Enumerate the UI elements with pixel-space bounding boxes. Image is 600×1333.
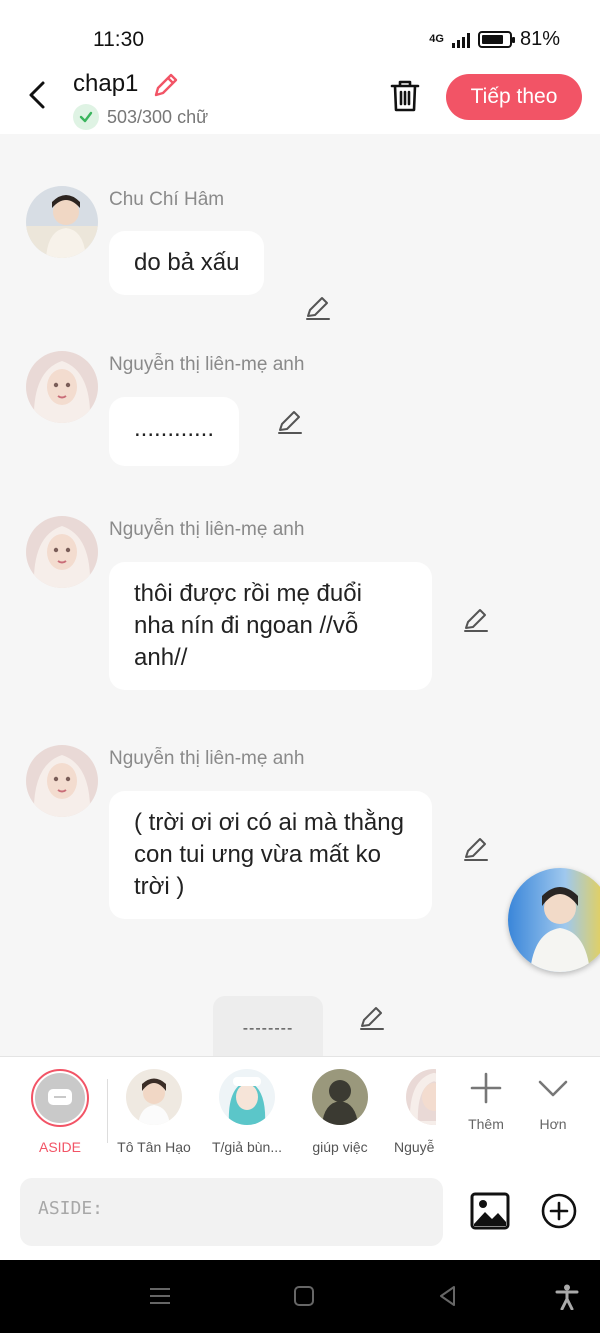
- back-nav-icon[interactable]: [436, 1284, 460, 1313]
- more-button[interactable]: Hơn: [523, 1071, 583, 1132]
- divider: [107, 1079, 108, 1143]
- word-count: 503/300 chữ: [73, 104, 208, 130]
- character-label: ASIDE: [38, 1139, 81, 1155]
- sender-name: Chu Chí Hâm: [109, 189, 225, 210]
- word-count-text: 503/300 chữ: [107, 106, 209, 127]
- pencil-icon[interactable]: [304, 294, 332, 322]
- status-time: 11:30: [93, 28, 144, 51]
- sender-name: Nguyễn thị liên-mẹ anh: [109, 519, 305, 540]
- avatar: [126, 1069, 182, 1125]
- character-label: Nguyễ: [394, 1139, 435, 1155]
- chevron-down-icon: [538, 1080, 568, 1097]
- avatar: [406, 1069, 436, 1125]
- pencil-icon[interactable]: [151, 70, 181, 100]
- plus-circle-icon[interactable]: [540, 1192, 578, 1230]
- input-bar: ASIDE:: [0, 1164, 600, 1260]
- pencil-icon[interactable]: [462, 835, 490, 863]
- character-label: giúp việc: [312, 1139, 368, 1155]
- next-button[interactable]: Tiếp theo: [446, 74, 582, 120]
- add-character-button[interactable]: Thêm: [456, 1071, 516, 1132]
- editor-header: chap1 503/300 chữ Tiếp theo: [0, 70, 600, 134]
- image-icon[interactable]: [470, 1192, 510, 1230]
- aside-message-bubble[interactable]: --------: [213, 996, 323, 1056]
- chevron-left-icon: [29, 81, 45, 109]
- aside-avatar: [31, 1069, 89, 1127]
- message-bubble[interactable]: do bả xấu: [109, 231, 265, 295]
- message-bubble[interactable]: ............: [109, 397, 240, 466]
- avatar[interactable]: [26, 351, 98, 423]
- check-icon: [73, 104, 99, 130]
- battery-icon: [477, 31, 515, 48]
- avatar[interactable]: [26, 516, 98, 588]
- chat-bubble-icon: [48, 1089, 72, 1105]
- pencil-icon[interactable]: [462, 606, 490, 634]
- add-label: Thêm: [468, 1116, 504, 1132]
- trash-icon[interactable]: [388, 78, 422, 114]
- status-bar: 11:30 4G 81%: [0, 0, 600, 70]
- character-item[interactable]: giúp việc: [296, 1069, 384, 1155]
- character-item[interactable]: Nguyễ: [390, 1069, 436, 1155]
- character-label: Tô Tân Hạo: [117, 1139, 191, 1155]
- back-button[interactable]: [22, 80, 52, 110]
- avatar: [219, 1069, 275, 1125]
- system-nav-bar: [0, 1260, 600, 1333]
- message-bubble[interactable]: ( trời ơi ơi có ai mà thằng con tui ưng …: [109, 791, 432, 919]
- sender-name: Nguyễn thị liên-mẹ anh: [109, 354, 305, 375]
- signal-icon: [451, 32, 470, 48]
- character-item[interactable]: T/giả bùn...: [203, 1069, 291, 1155]
- network-type: 4G: [429, 33, 444, 45]
- status-icons: 4G 81%: [429, 28, 560, 51]
- message-bubble[interactable]: thôi được rồi mẹ đuổi nha nín đi ngoan /…: [109, 562, 432, 690]
- character-item[interactable]: Tô Tân Hạo: [110, 1069, 198, 1155]
- avatar[interactable]: [26, 186, 98, 258]
- battery-percent: 81%: [519, 28, 560, 50]
- avatar[interactable]: [26, 745, 98, 817]
- menu-icon[interactable]: [148, 1284, 172, 1313]
- message-input[interactable]: ASIDE:: [20, 1178, 443, 1246]
- more-label: Hơn: [539, 1116, 567, 1132]
- character-label: T/giả bùn...: [211, 1139, 283, 1155]
- home-icon[interactable]: [292, 1284, 316, 1313]
- pencil-icon[interactable]: [358, 1004, 386, 1032]
- chapter-title[interactable]: chap1: [73, 70, 138, 98]
- sender-name: Nguyễn thị liên-mẹ anh: [109, 748, 305, 769]
- character-aside[interactable]: ASIDE: [16, 1069, 104, 1155]
- plus-icon: [470, 1072, 502, 1104]
- pencil-icon[interactable]: [276, 408, 304, 436]
- character-bar: ASIDE Tô Tân Hạo T/giả bùn... giúp việc …: [0, 1056, 600, 1164]
- accessibility-icon[interactable]: [555, 1284, 579, 1315]
- avatar: [312, 1069, 368, 1125]
